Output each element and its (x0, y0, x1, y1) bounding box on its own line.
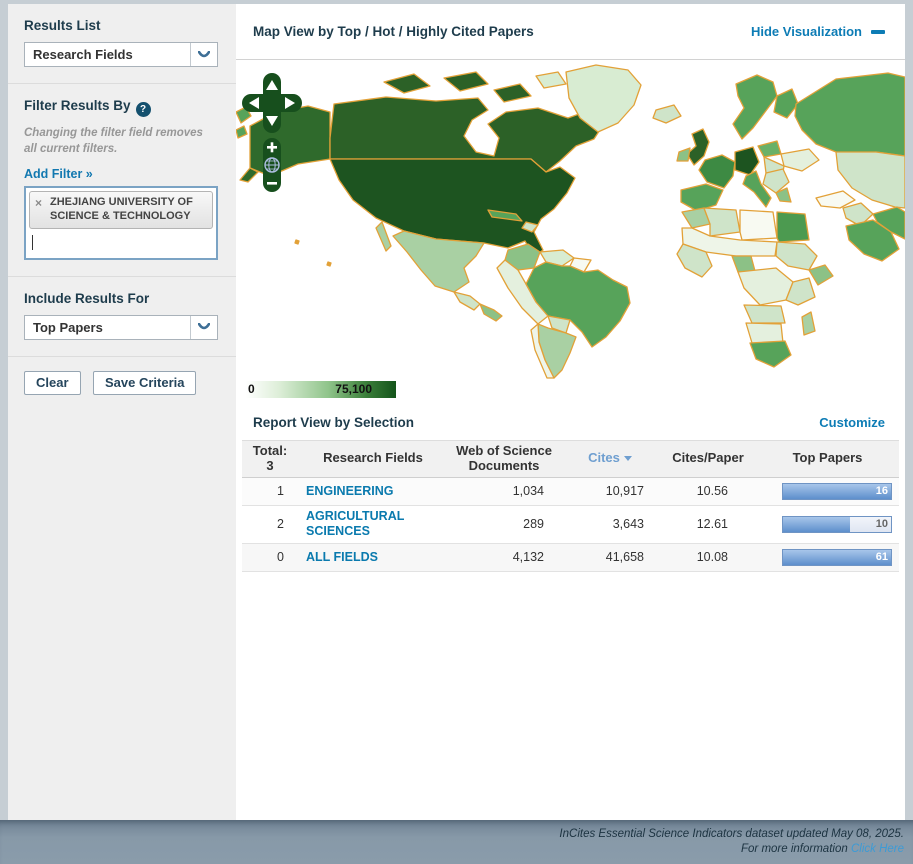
sort-descending-icon (624, 456, 632, 461)
legend-min: 0 (248, 382, 255, 396)
col-cites-label: Cites (588, 450, 620, 465)
col-cites-sortable[interactable]: Cites (560, 448, 660, 469)
footer-line2-text: For more information (741, 843, 851, 855)
top-papers-cell: 16 (756, 479, 899, 504)
top-papers-bar: 16 (782, 483, 892, 500)
field-cell: AGRICULTURAL SCIENCES (298, 509, 448, 539)
choropleth-map-svg[interactable] (236, 60, 905, 404)
report-header: Report View by Selection Customize (236, 404, 905, 440)
table-header-row: Total: 3 Research Fields Web of Science … (242, 440, 899, 478)
cites-cell: 10,917 (560, 484, 660, 498)
filter-section: Filter Results By? Changing the filter f… (8, 84, 236, 277)
save-criteria-button[interactable]: Save Criteria (93, 371, 197, 395)
col-wos-line1: Web of Science (450, 444, 558, 459)
zoom-in-icon-v[interactable] (271, 142, 274, 152)
col-wos-line2: Documents (450, 459, 558, 474)
docs-cell: 4,132 (448, 550, 560, 564)
legend-max: 75,100 (335, 382, 372, 396)
hide-visualization-link[interactable]: Hide Visualization (751, 24, 862, 39)
filter-heading: Filter Results By? (24, 98, 218, 117)
report-table: Total: 3 Research Fields Web of Science … (242, 440, 899, 572)
report-title: Report View by Selection (253, 415, 414, 430)
total-header: Total: 3 (242, 441, 298, 477)
top-papers-cell: 61 (756, 545, 899, 570)
table-row: 0 ALL FIELDS 4,13241,65810.08 61 (242, 544, 899, 572)
report-table-body: 1 ENGINEERING 1,03410,91710.56 16 2 AGRICULTU… (242, 478, 899, 572)
footer: InCites Essential Science Indicators dat… (0, 820, 913, 864)
footer-line2: For more information Click Here (0, 842, 904, 857)
add-filter-link[interactable]: Add Filter » (24, 167, 93, 181)
cites-cell: 3,643 (560, 517, 660, 531)
filter-tag-label: ZHEJIANG UNIVERSITY OF SCIENCE & TECHNOL… (50, 196, 193, 222)
customize-link[interactable]: Customize (819, 415, 885, 430)
top-papers-value: 61 (876, 551, 888, 563)
total-label: Total: (244, 444, 296, 459)
filter-heading-label: Filter Results By (24, 98, 131, 113)
top-papers-value: 10 (876, 518, 888, 530)
include-results-section: Include Results For Top Papers (8, 277, 236, 357)
table-row: 2 AGRICULTURAL SCIENCES 2893,64312.61 10 (242, 506, 899, 544)
results-list-section: Results List Research Fields (8, 4, 236, 84)
cites-per-paper-cell: 10.56 (660, 484, 756, 498)
footer-line1: InCites Essential Science Indicators dat… (0, 827, 904, 842)
clear-button[interactable]: Clear (24, 371, 81, 395)
rank-cell: 1 (242, 484, 298, 498)
zoom-out-icon[interactable] (267, 182, 277, 185)
field-cell: ALL FIELDS (298, 550, 448, 565)
collapse-minus-icon[interactable] (871, 30, 885, 34)
chevron-down-icon (190, 43, 217, 66)
click-here-link[interactable]: Click Here (851, 843, 904, 855)
field-link[interactable]: ALL FIELDS (306, 550, 378, 564)
results-list-selected: Research Fields (25, 43, 190, 66)
field-cell: ENGINEERING (298, 484, 448, 499)
chevron-down-icon (190, 316, 217, 339)
top-papers-bar: 10 (782, 516, 892, 533)
field-link[interactable]: ENGINEERING (306, 484, 394, 498)
cites-cell: 41,658 (560, 550, 660, 564)
table-row: 1 ENGINEERING 1,03410,91710.56 16 (242, 478, 899, 506)
col-research-fields: Research Fields (298, 448, 448, 469)
remove-filter-icon[interactable]: × (35, 196, 42, 211)
col-cites-per-paper: Cites/Paper (660, 448, 756, 469)
col-top-papers: Top Papers (756, 448, 899, 469)
docs-cell: 1,034 (448, 484, 560, 498)
sidebar: Results List Research Fields Filter Resu… (8, 4, 236, 820)
include-results-heading: Include Results For (24, 291, 218, 306)
cites-per-paper-cell: 10.08 (660, 550, 756, 564)
filter-note: Changing the filter field removes all cu… (24, 126, 218, 157)
rank-cell: 0 (242, 550, 298, 564)
docs-cell: 289 (448, 517, 560, 531)
hide-visualization[interactable]: Hide Visualization (751, 23, 885, 41)
sidebar-buttons: Clear Save Criteria (8, 357, 236, 411)
filter-tag[interactable]: × ZHEJIANG UNIVERSITY OF SCIENCE & TECHN… (29, 191, 213, 229)
help-icon[interactable]: ? (136, 102, 151, 117)
rank-cell: 2 (242, 517, 298, 531)
text-cursor (32, 235, 33, 250)
top-papers-value: 16 (876, 485, 888, 497)
main-content: Map View by Top / Hot / Highly Cited Pap… (236, 4, 905, 820)
filter-input-row (29, 231, 213, 255)
include-results-selected: Top Papers (25, 316, 190, 339)
total-value: 3 (244, 459, 296, 474)
world-map[interactable]: 0 75,100 (236, 60, 905, 404)
col-wos-documents: Web of Science Documents (448, 441, 560, 477)
app-window: Results List Research Fields Filter Resu… (8, 4, 905, 820)
map-panel-header: Map View by Top / Hot / Highly Cited Pap… (236, 4, 905, 60)
top-papers-cell: 10 (756, 512, 899, 537)
cites-per-paper-cell: 12.61 (660, 517, 756, 531)
field-link[interactable]: AGRICULTURAL SCIENCES (306, 509, 404, 538)
include-results-dropdown[interactable]: Top Papers (24, 315, 218, 340)
filter-input[interactable] (29, 231, 213, 255)
map-panel-title: Map View by Top / Hot / Highly Cited Pap… (253, 24, 534, 39)
map-legend: 0 75,100 (246, 381, 396, 398)
results-list-dropdown[interactable]: Research Fields (24, 42, 218, 67)
top-papers-bar: 61 (782, 549, 892, 566)
filter-box[interactable]: × ZHEJIANG UNIVERSITY OF SCIENCE & TECHN… (24, 186, 218, 260)
results-list-heading: Results List (24, 18, 218, 33)
bar-fill (783, 517, 850, 532)
